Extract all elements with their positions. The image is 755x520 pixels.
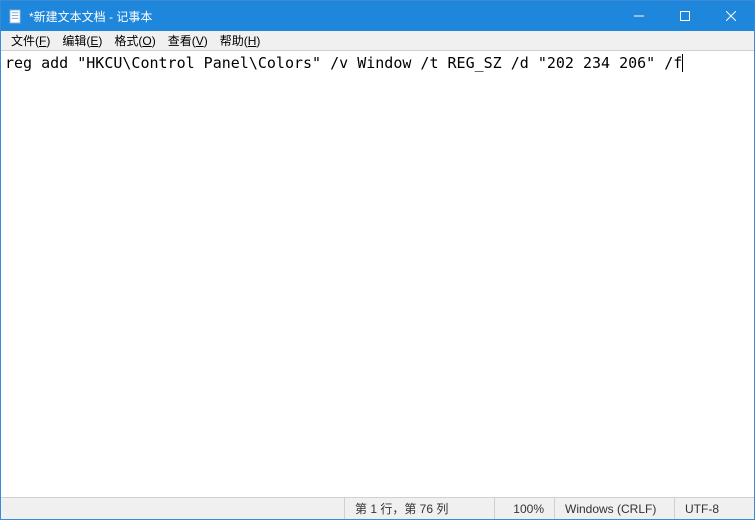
menu-file[interactable]: 文件(F)	[5, 31, 56, 50]
menu-edit[interactable]: 编辑(E)	[56, 31, 108, 50]
editor-text: reg add "HKCU\Control Panel\Colors" /v W…	[5, 54, 682, 72]
status-position: 第 1 行，第 76 列	[344, 498, 494, 519]
menu-view[interactable]: 查看(V)	[162, 31, 214, 50]
close-button[interactable]	[708, 1, 754, 31]
maximize-button[interactable]	[662, 1, 708, 31]
statusbar: 第 1 行，第 76 列 100% Windows (CRLF) UTF-8	[1, 497, 754, 519]
minimize-button[interactable]	[616, 1, 662, 31]
notepad-icon	[7, 8, 23, 24]
status-line-ending: Windows (CRLF)	[554, 498, 674, 519]
menu-format[interactable]: 格式(O)	[108, 31, 161, 50]
menubar: 文件(F) 编辑(E) 格式(O) 查看(V) 帮助(H)	[1, 31, 754, 51]
text-caret	[682, 54, 683, 72]
window-title: *新建文本文档 - 记事本	[29, 8, 152, 25]
status-encoding: UTF-8	[674, 498, 754, 519]
editor-content: reg add "HKCU\Control Panel\Colors" /v W…	[1, 51, 754, 75]
menu-help[interactable]: 帮助(H)	[214, 31, 267, 50]
text-editor[interactable]: reg add "HKCU\Control Panel\Colors" /v W…	[1, 51, 754, 497]
notepad-window: *新建文本文档 - 记事本 文件(F) 编辑(E) 格式(O) 查看(V) 帮助…	[0, 0, 755, 520]
status-spacer	[1, 498, 344, 519]
titlebar[interactable]: *新建文本文档 - 记事本	[1, 1, 754, 31]
status-zoom: 100%	[494, 498, 554, 519]
